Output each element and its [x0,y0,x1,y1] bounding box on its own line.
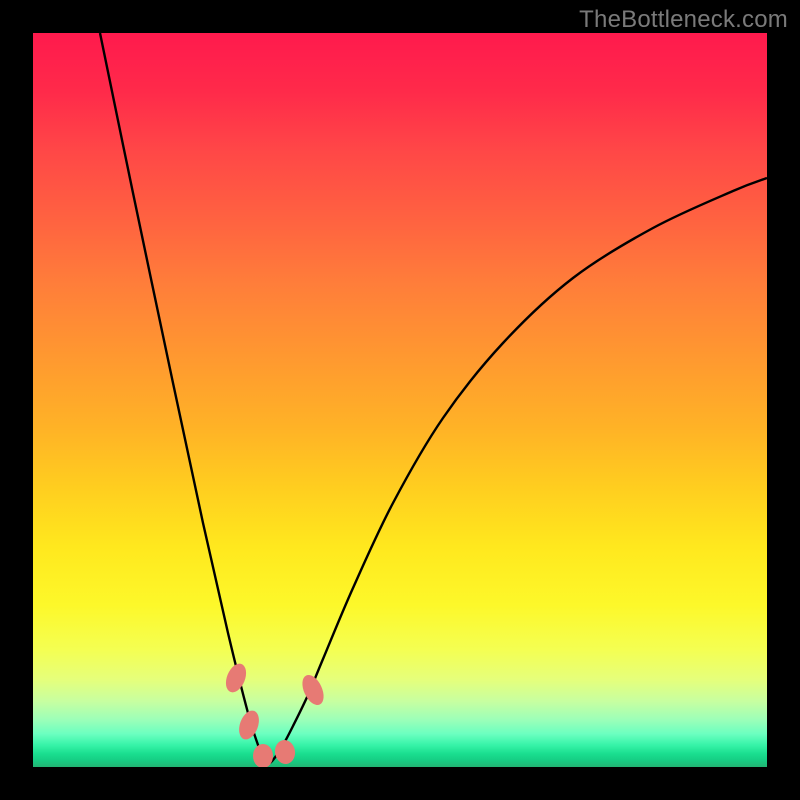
curve-layer [33,33,767,767]
marker-right-upper [298,672,328,709]
marker-left-lower [235,708,262,742]
marker-trough-right [273,738,297,765]
marker-left-upper [222,661,250,696]
marker-trough-left [253,744,273,767]
chart-frame: TheBottleneck.com [0,0,800,800]
bottleneck-curve [100,33,767,763]
plot-area [33,33,767,767]
watermark-text: TheBottleneck.com [579,6,788,34]
